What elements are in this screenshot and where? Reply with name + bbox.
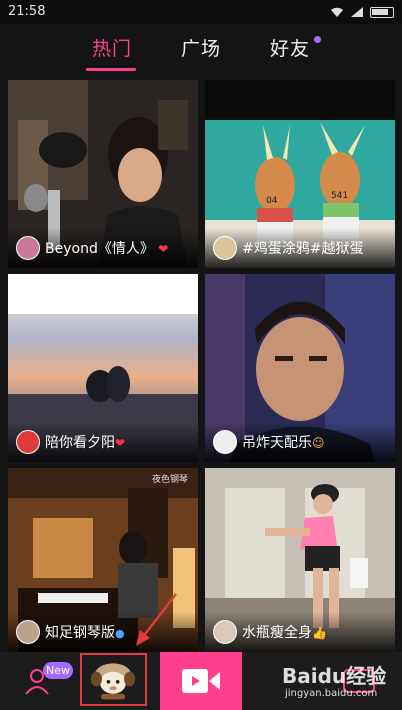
baidu-watermark-url: jingyan.baidu.com bbox=[285, 688, 378, 699]
baidu-watermark: Baidu经验 bbox=[282, 664, 387, 688]
video-caption: 陪你看夕阳❤ bbox=[45, 435, 126, 451]
video-card[interactable]: Beyond《情人》 ❤ bbox=[8, 80, 198, 268]
tab-square[interactable]: 广场 bbox=[181, 34, 221, 61]
video-card[interactable]: 吊炸天配乐☺ bbox=[205, 274, 395, 462]
heart-icon: ❤ bbox=[158, 242, 169, 256]
new-dot-icon bbox=[314, 36, 321, 43]
signal-icon bbox=[351, 7, 363, 17]
battery-icon bbox=[370, 6, 394, 18]
video-card[interactable]: 水瓶瘦全身👍 bbox=[205, 468, 395, 652]
watermark-text: 夜色钢琴 bbox=[151, 475, 188, 485]
video-card[interactable]: 04 541 #鸡蛋涂鸦#越狱蛋 bbox=[205, 80, 395, 268]
top-tabs: 热门 广场 好友 bbox=[0, 24, 402, 74]
note-icon: ● bbox=[115, 627, 125, 640]
smile-icon: ☺ bbox=[312, 436, 325, 450]
tab-hot[interactable]: 热门 bbox=[92, 34, 132, 61]
user-avatar[interactable] bbox=[16, 236, 40, 260]
egg-label: 541 bbox=[331, 191, 348, 201]
user-avatar[interactable] bbox=[213, 620, 237, 644]
user-avatar[interactable] bbox=[213, 430, 237, 454]
video-caption: 知足钢琴版● bbox=[45, 625, 125, 641]
tab-friends[interactable]: 好友 bbox=[270, 34, 310, 61]
sheep-button[interactable] bbox=[80, 653, 147, 706]
user-avatar[interactable] bbox=[16, 430, 40, 454]
egg-label: 04 bbox=[266, 196, 278, 206]
record-button[interactable] bbox=[160, 652, 242, 710]
sheep-icon bbox=[90, 663, 136, 700]
video-caption: 水瓶瘦全身👍 bbox=[242, 625, 327, 641]
new-badge: New bbox=[43, 662, 73, 679]
thumbs-up-icon: 👍 bbox=[312, 626, 327, 640]
user-avatar[interactable] bbox=[16, 620, 40, 644]
active-tab-indicator bbox=[86, 68, 136, 71]
video-caption: 吊炸天配乐☺ bbox=[242, 435, 325, 451]
video-camera-icon bbox=[182, 669, 220, 693]
annotation-arrow-icon bbox=[136, 593, 177, 646]
video-grid: Beyond《情人》 ❤ 04 541 #鸡蛋涂鸦#越狱蛋 陪你看夕阳❤ 吊炸天… bbox=[0, 74, 402, 652]
system-icons bbox=[330, 5, 394, 19]
user-avatar[interactable] bbox=[213, 236, 237, 260]
video-card[interactable]: 陪你看夕阳❤ bbox=[8, 274, 198, 462]
wifi-icon bbox=[331, 7, 343, 17]
status-bar: 21:58 bbox=[0, 0, 402, 24]
video-caption: #鸡蛋涂鸦#越狱蛋 bbox=[242, 241, 364, 257]
status-time: 21:58 bbox=[8, 4, 46, 19]
video-caption: Beyond《情人》 ❤ bbox=[45, 241, 169, 257]
heart-icon: ❤ bbox=[115, 436, 126, 450]
